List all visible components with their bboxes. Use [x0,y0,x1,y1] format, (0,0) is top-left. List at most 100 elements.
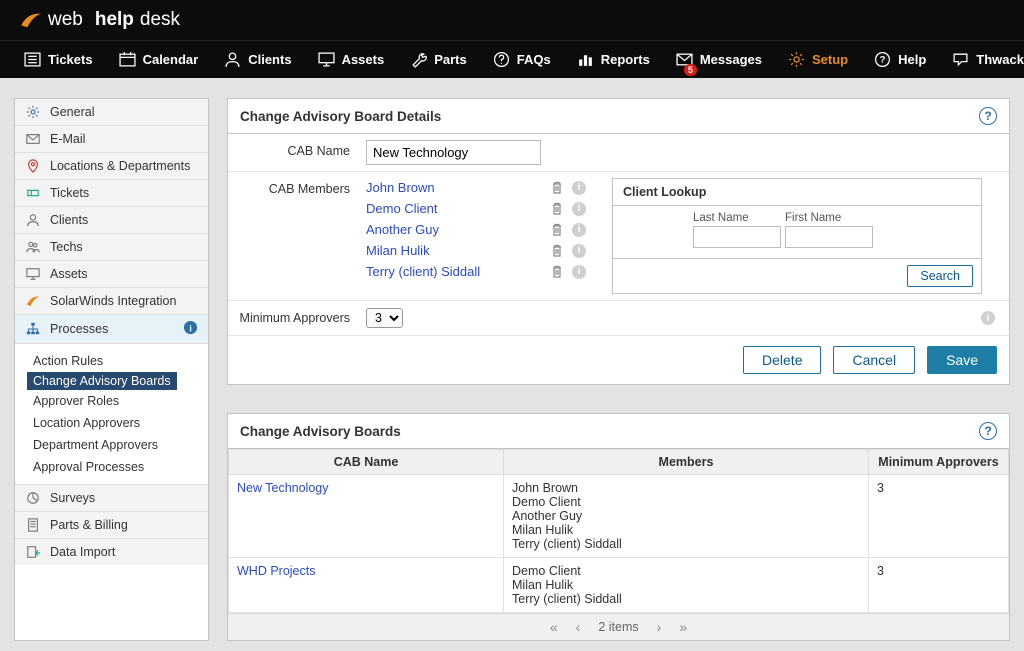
nav-clients[interactable]: Clients [214,45,301,74]
trash-icon[interactable] [550,244,564,258]
submenu-change-advisory-boards[interactable]: Change Advisory Boards [27,372,177,390]
min-cell: 3 [869,475,1009,558]
gear-icon [788,51,805,68]
col-min-approvers: Minimum Approvers [869,450,1009,475]
submenu-location-approvers[interactable]: Location Approvers [15,412,208,434]
nav-label: Tickets [48,52,93,67]
sidebar-item-email[interactable]: E-Mail [15,126,208,153]
sidebar-item-clients[interactable]: Clients [15,207,208,234]
sidebar-item-label: SolarWinds Integration [50,294,176,308]
pin-icon [25,158,41,174]
brand-swoosh-icon [20,11,42,29]
trash-icon[interactable] [550,223,564,237]
pager-next-icon[interactable]: › [657,619,662,635]
label-cab-name: CAB Name [228,134,358,171]
submenu-approval-processes[interactable]: Approval Processes [15,456,208,478]
sidebar-item-techs[interactable]: Techs [15,234,208,261]
row-cab-name: CAB Name [228,134,1009,172]
sidebar-item-tickets[interactable]: Tickets [15,180,208,207]
table-row[interactable]: WHD ProjectsDemo ClientMilan HulikTerry … [229,558,1009,613]
member-link[interactable]: John Brown [366,180,542,195]
nav-calendar[interactable]: Calendar [109,45,209,74]
nav-parts[interactable]: Parts [400,45,477,74]
main-nav: Tickets Calendar Clients Assets Parts FA… [0,40,1024,78]
help-icon[interactable]: ? [979,422,997,440]
cab-name-input[interactable] [366,140,541,165]
member-line: Another Guy i [366,222,586,237]
panel-title: Change Advisory Boards [240,424,401,439]
nav-label: FAQs [517,52,551,67]
info-icon[interactable]: i [572,202,586,216]
pager: « ‹ 2 items › » [228,613,1009,640]
trash-icon[interactable] [550,181,564,195]
submenu-department-approvers[interactable]: Department Approvers [15,434,208,456]
nav-faqs[interactable]: FAQs [483,45,561,74]
table-row[interactable]: New TechnologyJohn BrownDemo ClientAnoth… [229,475,1009,558]
monitor-icon [318,51,335,68]
nav-reports[interactable]: Reports [567,45,660,74]
info-icon[interactable]: i [572,223,586,237]
nav-setup[interactable]: Setup [778,45,858,74]
pager-last-icon[interactable]: » [679,619,687,635]
member-link[interactable]: Milan Hulik [366,243,542,258]
delete-button[interactable]: Delete [743,346,821,374]
nav-assets[interactable]: Assets [308,45,395,74]
sidebar-item-label: Locations & Departments [50,159,190,173]
client-lookup-box: Client Lookup Last Name First Name [612,178,982,294]
info-icon[interactable]: i [572,244,586,258]
sidebar-item-locations[interactable]: Locations & Departments [15,153,208,180]
help-icon[interactable]: ? [979,107,997,125]
sidebar-item-general[interactable]: General [15,99,208,126]
processes-submenu: Action Rules Change Advisory Boards Appr… [15,344,208,485]
member-line: Terry (client) Siddall i [366,264,586,279]
sidebar-item-integration[interactable]: SolarWinds Integration [15,288,208,315]
details-button-row: Delete Cancel Save [228,336,1009,384]
min-approvers-select[interactable]: 3 [366,308,403,328]
member-link[interactable]: Another Guy [366,222,542,237]
pager-count: 2 items [598,620,638,634]
sidebar-item-label: E-Mail [50,132,85,146]
swoosh-icon [25,293,41,309]
sidebar-item-data-import[interactable]: Data Import [15,539,208,565]
cancel-button[interactable]: Cancel [833,346,915,374]
nav-tickets[interactable]: Tickets [14,45,103,74]
info-icon[interactable]: i [572,181,586,195]
label-first-name: First Name [785,212,873,224]
gear-icon [25,104,41,120]
info-icon[interactable]: i [572,265,586,279]
first-name-input[interactable] [785,226,873,248]
sidebar-item-label: Clients [50,213,88,227]
row-cab-members: CAB Members John BrowniDemo ClientiAnoth… [228,172,1009,301]
label-min-approvers: Minimum Approvers [228,301,358,335]
app-header: web help desk [0,0,1024,40]
sidebar-item-surveys[interactable]: Surveys [15,485,208,512]
info-icon[interactable]: i [981,311,995,325]
sidebar-item-processes[interactable]: Processes i [15,315,208,344]
panel-header-details: Change Advisory Board Details ? [228,99,1009,134]
search-button[interactable]: Search [907,265,973,287]
cab-name-link[interactable]: New Technology [237,481,329,495]
submenu-action-rules[interactable]: Action Rules [15,350,208,372]
trash-icon[interactable] [550,202,564,216]
brand-text-post: desk [140,9,180,31]
user-icon [25,212,41,228]
sidebar-item-parts-billing[interactable]: Parts & Billing [15,512,208,539]
nav-messages[interactable]: Messages 5 [666,45,772,74]
cab-name-link[interactable]: WHD Projects [237,564,315,578]
sidebar-item-assets[interactable]: Assets [15,261,208,288]
nav-thwack[interactable]: Thwack [942,45,1024,74]
trash-icon[interactable] [550,265,564,279]
pager-first-icon[interactable]: « [550,619,558,635]
member-link[interactable]: Demo Client [366,201,542,216]
bar-chart-icon [577,51,594,68]
nav-help[interactable]: ? Help [864,45,936,74]
nav-label: Setup [812,52,848,67]
panel-title: Change Advisory Board Details [240,109,441,124]
member-link[interactable]: Terry (client) Siddall [366,264,542,279]
info-icon[interactable]: i [183,320,198,338]
last-name-input[interactable] [693,226,781,248]
pager-prev-icon[interactable]: ‹ [576,619,581,635]
import-icon [25,544,41,560]
submenu-approver-roles[interactable]: Approver Roles [15,390,208,412]
save-button[interactable]: Save [927,346,997,374]
